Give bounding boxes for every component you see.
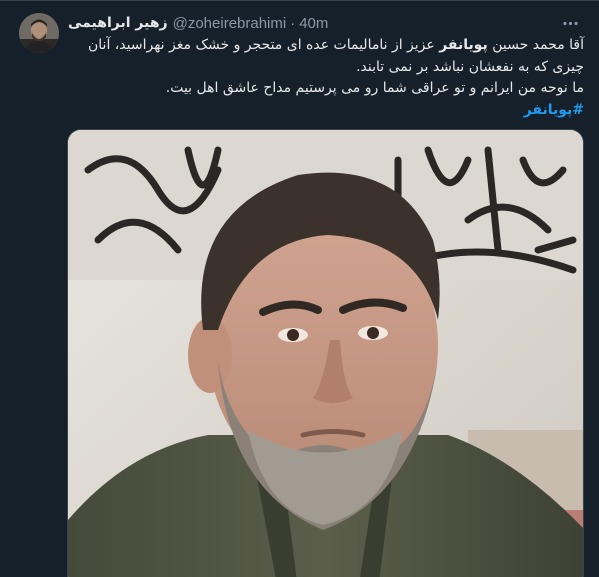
tweet-card[interactable]: زهیر ابراهیمی @zoheirebrahimi · 40m آقا … — [0, 0, 599, 577]
display-name[interactable]: زهیر ابراهیمی — [68, 15, 168, 31]
avatar[interactable] — [19, 13, 59, 53]
tweet-text-line-3: ما نوحه من ایرانم و تو عراقی شما رو می پ… — [165, 80, 584, 96]
timestamp[interactable]: 40m — [299, 15, 328, 32]
more-horizontal-icon — [562, 21, 578, 25]
avatar-image — [19, 13, 59, 53]
more-options-button[interactable] — [558, 12, 582, 34]
tweet-image[interactable] — [67, 129, 584, 577]
portrait-photo — [68, 130, 583, 577]
separator-dot: · — [290, 14, 296, 32]
hashtag-link[interactable]: #پویانفر — [524, 102, 584, 118]
tweet-header: زهیر ابراهیمی @zoheirebrahimi · 40m — [68, 12, 328, 34]
tweet-text-line-2: چیزی که به نفعشان نباشد بر نمی تابند. — [356, 58, 584, 75]
text-segment: عزیز از نامالیمات عده ای متحجر و خشک مغز… — [88, 37, 440, 53]
user-handle[interactable]: @zoheirebrahimi — [173, 15, 287, 32]
tweet-text-line-1: آقا محمد حسین پویانفر عزیز از نامالیمات … — [68, 35, 584, 57]
bold-name: پویانفر — [439, 37, 488, 53]
text-segment: آقا محمد حسین — [487, 37, 584, 53]
tweet-text: آقا محمد حسین پویانفر عزیز از نامالیمات … — [68, 35, 584, 121]
